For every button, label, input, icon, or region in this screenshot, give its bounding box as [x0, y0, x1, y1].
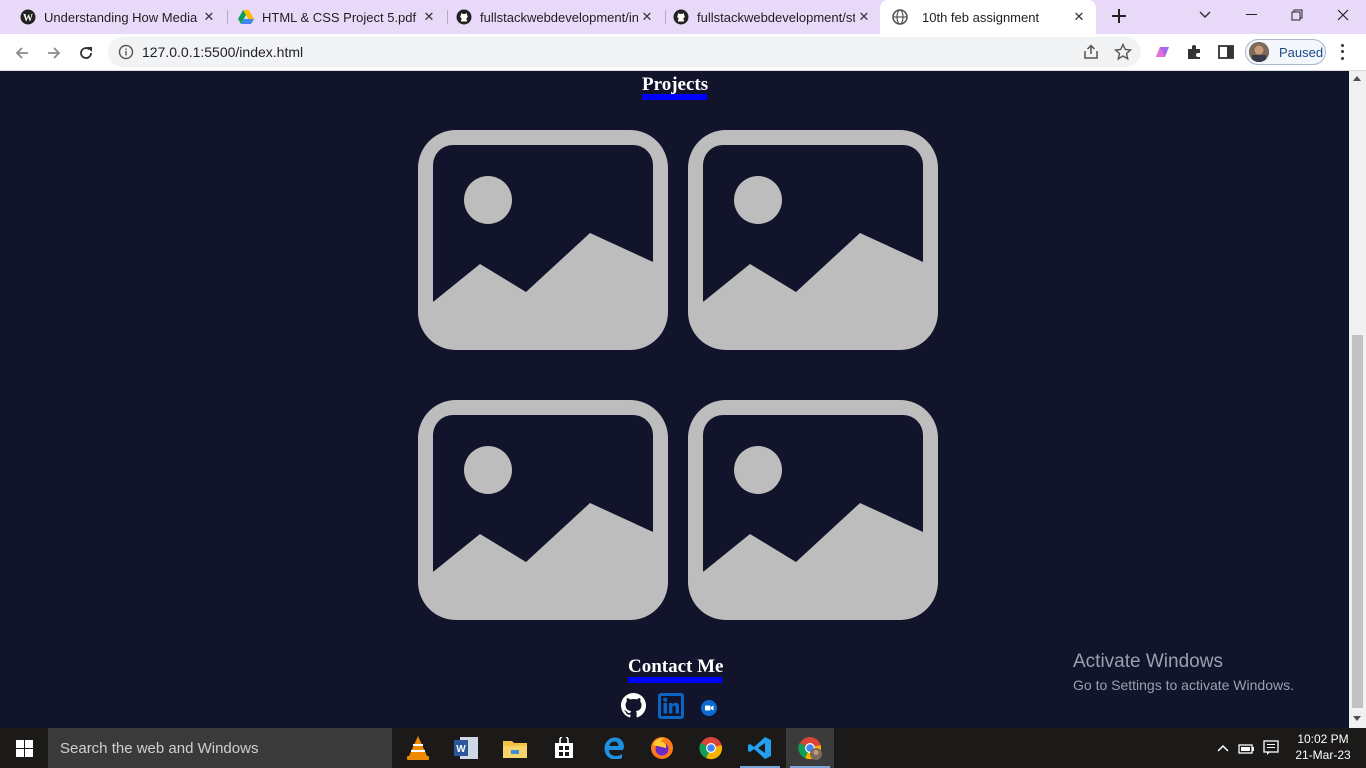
image-placeholder-icon[interactable] [418, 130, 668, 350]
tab-assignment-active[interactable]: 10th feb assignment ✕ [880, 0, 1096, 34]
scrollbar-thumb[interactable] [1352, 335, 1363, 708]
profile-status-label: Paused [1279, 44, 1324, 60]
tab-github-sty[interactable]: fullstackwebdevelopment/sty ✕ [653, 0, 881, 34]
extension-colorful-icon[interactable] [1152, 42, 1172, 62]
url-text: 127.0.0.1:5500/index.html [142, 44, 304, 60]
page-scrollbar[interactable] [1349, 71, 1366, 728]
bookmark-star-icon[interactable] [1113, 42, 1133, 66]
image-placeholder-icon[interactable] [688, 130, 938, 350]
address-bar[interactable]: 127.0.0.1:5500/index.html [108, 37, 1141, 67]
profile-button[interactable]: Paused [1245, 39, 1326, 65]
linkedin-icon[interactable] [658, 693, 684, 719]
tab-title: 10th feb assignment [922, 9, 1040, 25]
github-icon [673, 9, 689, 25]
close-icon[interactable]: ✕ [1070, 8, 1088, 26]
contact-heading-underline [628, 677, 722, 683]
zoom-icon[interactable] [701, 700, 717, 716]
power-battery-icon[interactable] [1236, 728, 1258, 768]
chrome-profile-icon[interactable] [786, 728, 834, 768]
projects-heading: Projects [642, 74, 709, 95]
watermark-title: Activate Windows [1073, 651, 1223, 672]
github-icon[interactable] [621, 693, 646, 718]
reload-icon[interactable] [73, 40, 99, 66]
minimize-icon[interactable] [1228, 0, 1274, 30]
tab-project-pdf[interactable]: HTML & CSS Project 5.pdf - G ✕ [228, 0, 446, 34]
wordpress-icon: W [20, 9, 36, 25]
show-hidden-icons-chevron-icon[interactable] [1212, 728, 1234, 768]
windows-taskbar: Search the web and Windows W 10:02 PM 21… [0, 728, 1366, 768]
svg-text:W: W [23, 13, 33, 24]
file-explorer-icon[interactable] [491, 728, 539, 768]
browser-toolbar: 127.0.0.1:5500/index.html Paused [0, 34, 1366, 71]
forward-arrow-icon[interactable] [41, 40, 67, 66]
tab-strip: W Understanding How Media Q ✕ HTML & CSS… [0, 0, 1366, 34]
tab-title: HTML & CSS Project 5.pdf - G [262, 9, 420, 25]
site-info-icon[interactable] [118, 44, 134, 65]
tab-github-inc[interactable]: fullstackwebdevelopment/inc ✕ [436, 0, 664, 34]
scroll-up-arrow-icon[interactable] [1353, 76, 1361, 81]
google-drive-icon [238, 9, 254, 25]
chrome-icon[interactable] [687, 728, 735, 768]
image-placeholder-icon[interactable] [418, 400, 668, 620]
tab-title: fullstackwebdevelopment/sty [697, 9, 855, 25]
word-icon[interactable]: W [442, 728, 490, 768]
taskbar-clock[interactable]: 10:02 PM 21-Mar-23 [1288, 731, 1358, 763]
windows-start-icon[interactable] [0, 728, 48, 768]
edge-icon[interactable] [590, 728, 638, 768]
clock-time: 10:02 PM [1297, 732, 1349, 746]
projects-heading-underline [642, 94, 707, 100]
activate-windows-watermark: Activate Windows Go to Settings to activ… [1073, 651, 1294, 693]
clock-date: 21-Mar-23 [1295, 748, 1351, 762]
tab-title: Understanding How Media Q [44, 9, 200, 25]
notifications-icon[interactable] [1260, 728, 1282, 768]
close-icon[interactable]: ✕ [855, 8, 873, 26]
side-panel-icon[interactable] [1216, 42, 1236, 62]
avatar [1249, 42, 1269, 62]
firefox-icon[interactable] [638, 728, 686, 768]
scroll-down-arrow-icon[interactable] [1353, 716, 1361, 721]
restore-icon[interactable] [1274, 0, 1320, 30]
new-tab-button[interactable] [1108, 5, 1130, 27]
github-icon [456, 9, 472, 25]
browser-menu-icon[interactable] [1334, 42, 1350, 62]
share-icon[interactable] [1082, 43, 1100, 66]
tab-title: fullstackwebdevelopment/inc [480, 9, 638, 25]
contact-heading: Contact Me [628, 656, 724, 677]
globe-icon [892, 9, 908, 25]
store-icon[interactable] [540, 728, 588, 768]
image-placeholder-icon[interactable] [688, 400, 938, 620]
extensions-puzzle-icon[interactable] [1184, 42, 1204, 62]
page-viewport: Projects Contact Me [0, 71, 1349, 728]
close-window-icon[interactable] [1320, 0, 1366, 30]
taskbar-search-input[interactable]: Search the web and Windows [48, 728, 392, 768]
watermark-subtitle: Go to Settings to activate Windows. [1073, 677, 1294, 693]
tab-search-icon[interactable] [1182, 0, 1228, 30]
close-icon[interactable]: ✕ [200, 8, 218, 26]
vscode-icon[interactable] [736, 728, 784, 768]
svg-text:W: W [456, 744, 466, 755]
vlc-icon[interactable] [394, 728, 442, 768]
tab-media-queries[interactable]: W Understanding How Media Q ✕ [0, 0, 226, 34]
back-arrow-icon[interactable] [9, 40, 35, 66]
